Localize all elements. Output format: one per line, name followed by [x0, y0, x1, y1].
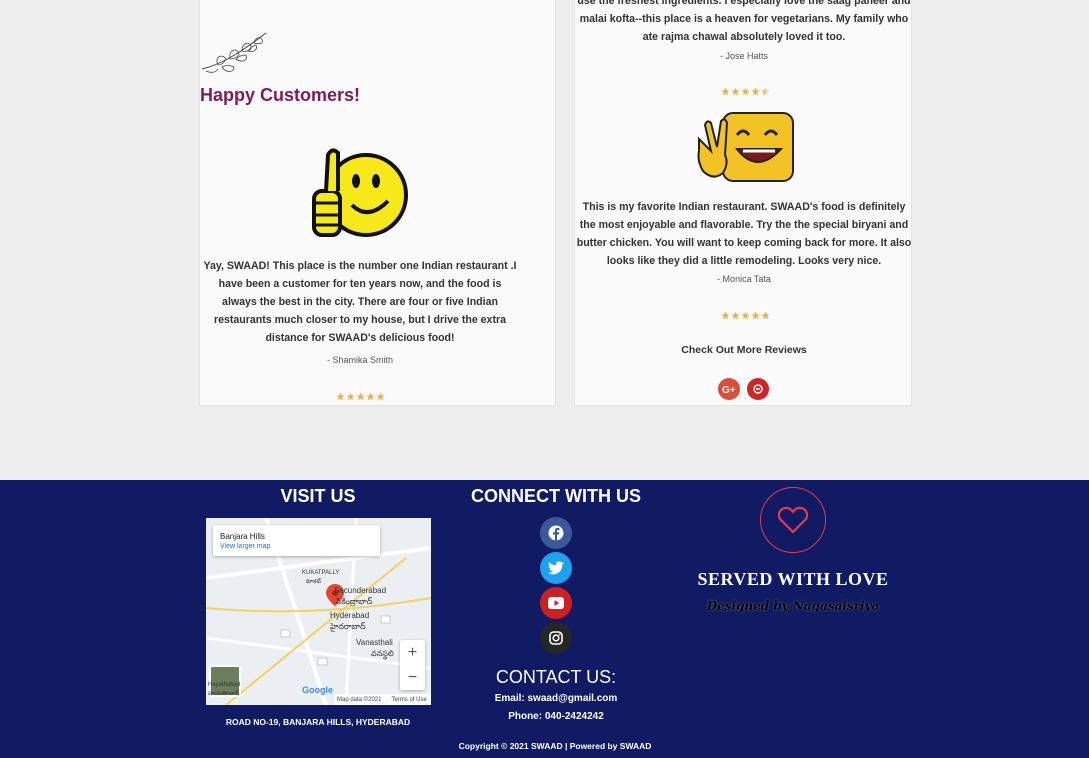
map-label: Hyderabad — [330, 611, 370, 620]
star-icon — [741, 311, 750, 320]
contact-heading: CONTACT US: — [495, 667, 617, 687]
review-card-right: use the freshest ingredients. I especial… — [574, 0, 912, 406]
star-icon — [336, 392, 345, 401]
address: ROAD NO-19, BANJARA HILLS, HYDERABAD — [225, 717, 411, 727]
star-rating — [336, 392, 385, 401]
review-author: - Jose Hatts — [719, 51, 768, 61]
heart-icon — [778, 506, 808, 534]
designed-by-text: Designed by Nagasaisriya — [706, 599, 880, 613]
zoom-out-button[interactable]: − — [400, 665, 425, 690]
star-icon — [356, 392, 365, 401]
yelp-icon[interactable] — [747, 378, 769, 400]
more-reviews-label: Check Out More Reviews — [681, 344, 807, 356]
zoom-in-button[interactable]: + — [400, 640, 425, 665]
star-icon — [761, 311, 770, 320]
view-larger-map-link[interactable]: View larger map — [220, 543, 270, 550]
star-icon — [366, 392, 375, 401]
youtube-icon[interactable] — [540, 587, 572, 619]
map-label: హయతాబాద్ — [208, 691, 240, 697]
thumbs-up-emoji-icon — [312, 148, 408, 237]
served-with-love-text: SERVED WITH LOVE — [697, 569, 889, 589]
google-logo: Google — [302, 685, 333, 695]
contact-phone: Phone: 040-2424242 — [508, 711, 604, 722]
star-rating — [721, 311, 770, 320]
instagram-icon[interactable] — [540, 622, 572, 654]
map-data-text: Map data ©2021 — [337, 696, 382, 703]
star-icon — [741, 87, 750, 96]
review-author: - Monica Tata — [717, 274, 771, 284]
terms-of-use-link[interactable]: Terms of Use — [391, 697, 426, 703]
visit-us-heading: VISIT US — [280, 486, 356, 506]
map-info-card: Banjara Hills View larger map — [213, 525, 380, 556]
map-label: KUKATPALLY — [302, 570, 340, 576]
star-icon — [751, 311, 760, 320]
map-attribution: Map data ©2021 Terms of Use — [334, 694, 431, 705]
peace-sign-emoji-icon — [697, 112, 794, 182]
google-map[interactable]: Banjara Hills View larger map KUKATPALLY… — [206, 518, 431, 705]
map-label: హైదరాబాద్ — [330, 622, 366, 631]
copyright-text: Copyright © 2021 SWAAD | Powered by SWAA… — [458, 741, 652, 751]
map-place-name: Banjara Hills — [220, 532, 265, 541]
map-label: Vanasthali — [356, 638, 393, 647]
section-title: Happy Customers! — [200, 85, 361, 105]
map-label: సికింద్రాబాద్ — [336, 597, 373, 606]
star-icon — [346, 392, 355, 401]
site-footer: VISIT US Banjara Hills View larger map K… — [0, 480, 1089, 758]
map-label: Hayathabad — [208, 682, 241, 688]
star-icon — [751, 87, 760, 96]
herb-sprig-icon — [201, 32, 267, 73]
svg-text:G+: G+ — [722, 385, 736, 394]
review-card-left: Happy Customers! Yay, SWAAD! This place … — [199, 0, 556, 406]
star-icon — [721, 311, 730, 320]
map-label: Secunderabad — [334, 586, 387, 595]
review-text: This is my favorite Indian restaurant. S… — [576, 201, 912, 267]
review-text: use the freshest ingredients. I especial… — [577, 0, 911, 43]
map-label: కూకట్ — [306, 579, 321, 585]
facebook-icon[interactable] — [540, 517, 572, 549]
star-icon — [731, 87, 740, 96]
map-label: వనస్థలి — [371, 649, 394, 658]
star-icon — [761, 87, 770, 96]
star-icon — [721, 87, 730, 96]
heart-badge — [760, 487, 826, 553]
star-rating — [721, 87, 770, 96]
star-icon — [731, 311, 740, 320]
twitter-icon[interactable] — [540, 552, 572, 584]
review-text: Yay, SWAAD! This place is the number one… — [203, 260, 517, 344]
contact-email: Email: swaad@gmail.com — [494, 693, 618, 704]
star-icon — [376, 392, 385, 401]
review-author: - Shamika Smith — [326, 355, 394, 365]
map-zoom-controls: + − — [400, 640, 425, 690]
connect-heading: CONNECT WITH US — [471, 486, 641, 506]
google-plus-icon[interactable]: G+ — [718, 378, 740, 400]
